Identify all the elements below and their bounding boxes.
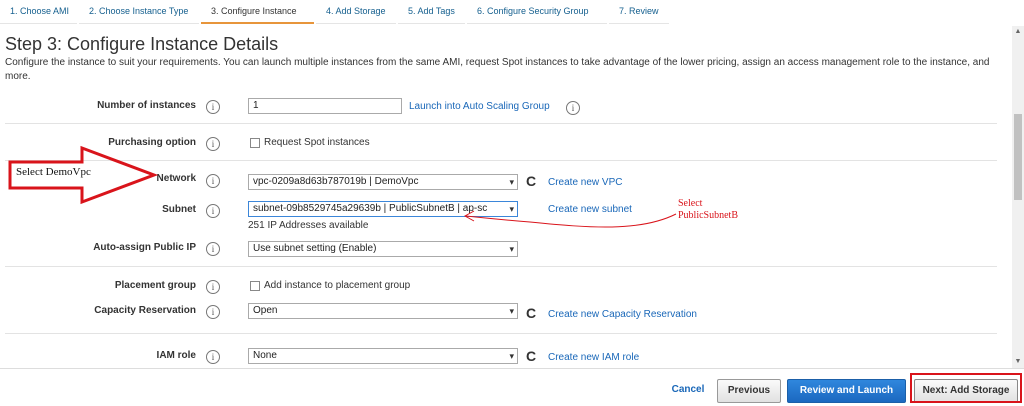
purchasing-option-label: Purchasing option	[108, 137, 196, 148]
number-of-instances-label: Number of instances	[97, 100, 196, 111]
scroll-up-arrow-icon[interactable]: ▲	[1012, 26, 1024, 38]
refresh-icon[interactable]: C	[526, 173, 536, 189]
tab-choose-instance-type[interactable]: 2. Choose Instance Type	[79, 0, 199, 24]
page-description: Configure the instance to suit your requ…	[5, 57, 990, 82]
subnet-label: Subnet	[162, 204, 196, 215]
info-icon[interactable]: i	[206, 305, 220, 319]
tab-review[interactable]: 7. Review	[609, 0, 669, 24]
review-and-launch-button[interactable]: Review and Launch	[787, 379, 906, 403]
info-icon[interactable]: i	[206, 204, 220, 218]
scrollbar[interactable]: ▲ ▼	[1012, 26, 1024, 368]
subnet-annotation: Select PublicSubnetB	[678, 198, 738, 222]
auto-assign-ip-select[interactable]: Use subnet setting (Enable)	[248, 241, 518, 257]
scroll-down-arrow-icon[interactable]: ▼	[1012, 356, 1024, 368]
ip-available-note: 251 IP Addresses available	[248, 220, 369, 231]
tab-choose-ami[interactable]: 1. Choose AMI	[0, 0, 77, 24]
number-of-instances-input[interactable]: 1	[248, 98, 402, 114]
row-divider	[5, 123, 997, 124]
info-icon[interactable]: i	[206, 350, 220, 364]
wizard-tabs: 1. Choose AMI 2. Choose Instance Type 3.…	[0, 0, 671, 24]
subnet-annotation-line2: PublicSubnetB	[678, 210, 739, 221]
capacity-reservation-label: Capacity Reservation	[94, 305, 196, 316]
row-divider	[5, 266, 997, 267]
subnet-select[interactable]: subnet-09b8529745a29639b | PublicSubnetB…	[248, 201, 518, 217]
placement-group-checkbox[interactable]	[250, 281, 260, 291]
create-new-vpc-link[interactable]: Create new VPC	[548, 177, 622, 188]
row-divider	[5, 160, 997, 161]
create-new-subnet-link[interactable]: Create new subnet	[548, 204, 632, 215]
create-iam-role-link[interactable]: Create new IAM role	[548, 352, 639, 363]
placement-group-checkbox-label: Add instance to placement group	[264, 280, 411, 291]
info-icon[interactable]: i	[206, 174, 220, 188]
tab-add-tags[interactable]: 5. Add Tags	[398, 0, 465, 24]
tab-add-storage[interactable]: 4. Add Storage	[316, 0, 396, 24]
iam-role-label: IAM role	[156, 350, 196, 361]
capacity-reservation-select[interactable]: Open	[248, 303, 518, 319]
info-icon[interactable]: i	[206, 137, 220, 151]
next-button-highlight	[910, 373, 1022, 403]
tab-configure-instance[interactable]: 3. Configure Instance	[201, 0, 314, 24]
create-capacity-reservation-link[interactable]: Create new Capacity Reservation	[548, 309, 697, 320]
auto-assign-ip-label: Auto-assign Public IP	[93, 242, 196, 253]
network-annotation: Select DemoVpc	[16, 166, 91, 178]
page-title: Step 3: Configure Instance Details	[5, 34, 279, 54]
request-spot-label: Request Spot instances	[264, 137, 370, 148]
refresh-icon[interactable]: C	[526, 305, 536, 321]
request-spot-checkbox[interactable]	[250, 138, 260, 148]
placement-group-label: Placement group	[114, 280, 196, 291]
cancel-button[interactable]: Cancel	[663, 379, 713, 403]
iam-role-select[interactable]: None	[248, 348, 518, 364]
row-divider	[5, 333, 997, 334]
launch-auto-scaling-link[interactable]: Launch into Auto Scaling Group	[409, 101, 550, 112]
info-icon[interactable]: i	[206, 242, 220, 256]
info-icon[interactable]: i	[206, 280, 220, 294]
subnet-annotation-line1: Select	[678, 198, 703, 209]
refresh-icon[interactable]: C	[526, 348, 536, 364]
info-icon[interactable]: i	[206, 100, 220, 114]
scroll-thumb[interactable]	[1014, 114, 1022, 200]
network-select[interactable]: vpc-0209a8d63b787019b | DemoVpc	[248, 174, 518, 190]
info-icon[interactable]: i	[566, 101, 580, 115]
previous-button[interactable]: Previous	[717, 379, 781, 403]
tab-configure-security-group[interactable]: 6. Configure Security Group	[467, 0, 607, 24]
wizard-footer: Cancel Previous Review and Launch Next: …	[0, 368, 1024, 406]
